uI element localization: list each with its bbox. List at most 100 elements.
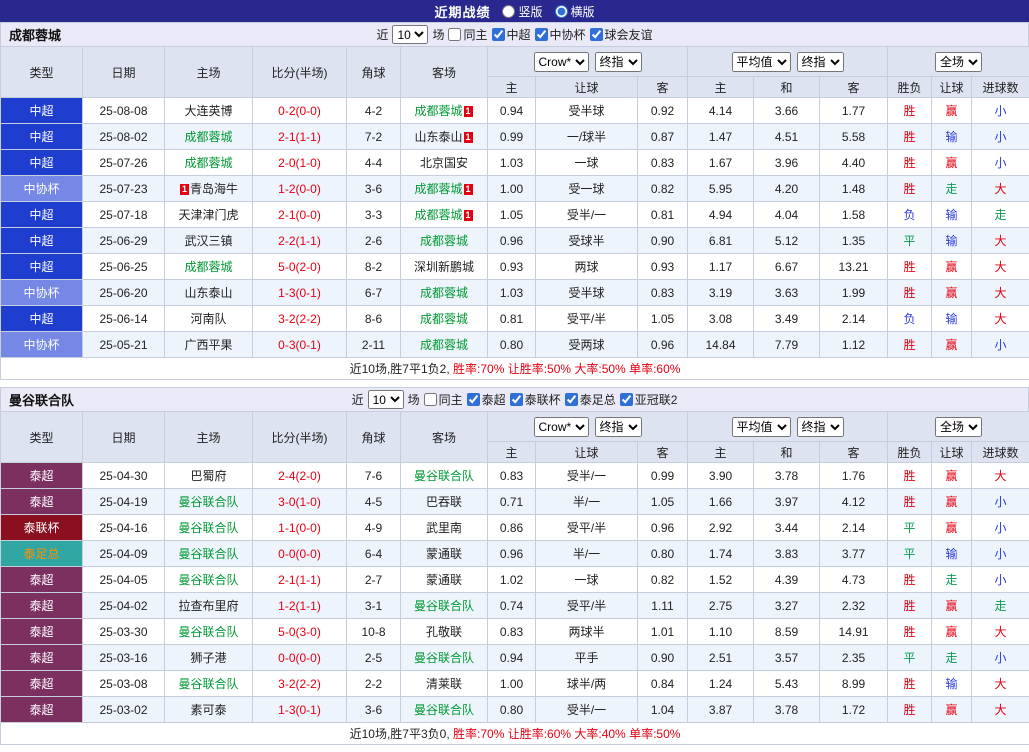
- date-cell: 25-07-18: [83, 202, 165, 228]
- goals-cell: 小: [972, 489, 1029, 515]
- away-odds-cell: 1.05: [638, 306, 688, 332]
- home-team-cell: 广西平果: [165, 332, 253, 358]
- avg-away-cell: 4.73: [820, 567, 888, 593]
- date-cell: 25-04-09: [83, 541, 165, 567]
- filter-checkbox-亚冠联2[interactable]: [620, 393, 633, 406]
- col-handicap-result: 让球: [932, 77, 972, 98]
- home-team-name: 成都蓉城: [184, 156, 232, 170]
- score-cell: 2-1(1-1): [253, 124, 347, 150]
- home-team-cell: 曼谷联合队: [165, 515, 253, 541]
- handicap-cell: 一球: [536, 567, 638, 593]
- handicap-cell: 一/球半: [536, 124, 638, 150]
- corners-cell: 2-6: [347, 228, 401, 254]
- avg-home-cell: 4.94: [688, 202, 754, 228]
- handicap-result-cell: 赢: [932, 150, 972, 176]
- filter-option-泰足总[interactable]: 泰足总: [565, 391, 616, 408]
- handicap-cell: 球半/两: [536, 671, 638, 697]
- avg-away-cell: 2.14: [820, 306, 888, 332]
- horizontal-layout-radio[interactable]: [555, 5, 568, 18]
- filter-checkbox-泰联杯[interactable]: [510, 393, 523, 406]
- summary-cell: 近10场,胜7平3负0, 胜率:70% 让胜率:60% 大率:40% 单率:50…: [1, 723, 1029, 745]
- avg-home-cell: 4.14: [688, 98, 754, 124]
- goals-cell: 走: [972, 202, 1029, 228]
- avg-home-cell: 1.47: [688, 124, 754, 150]
- home-team-cell: 1青岛海牛: [165, 176, 253, 202]
- corners-cell: 8-2: [347, 254, 401, 280]
- score-cell: 2-0(1-0): [253, 150, 347, 176]
- col-type: 类型: [1, 412, 83, 463]
- home-odds-cell: 0.83: [488, 463, 536, 489]
- date-cell: 25-03-08: [83, 671, 165, 697]
- away-odds-cell: 0.87: [638, 124, 688, 150]
- filter-checkbox-中协杯[interactable]: [535, 28, 548, 41]
- odds-source-select[interactable]: Crow*: [534, 52, 589, 72]
- scope-select[interactable]: 全场: [935, 417, 982, 437]
- match-row: 中超25-06-25成都蓉城5-0(2-0)8-2深圳新鹏城0.93两球0.93…: [1, 254, 1029, 280]
- filter-option-泰超[interactable]: 泰超: [467, 391, 506, 408]
- match-row: 泰超25-03-08曼谷联合队3-2(2-2)2-2清莱联1.00球半/两0.8…: [1, 671, 1029, 697]
- filter-option-同主[interactable]: 同主: [448, 26, 487, 43]
- odds-dropdown-cell: Crow* 终指: [488, 412, 688, 442]
- avg-home-cell: 1.74: [688, 541, 754, 567]
- filter-option-中协杯[interactable]: 中协杯: [535, 26, 586, 43]
- match-count-select[interactable]: 10: [368, 390, 404, 409]
- match-row: 泰超25-04-19曼谷联合队3-0(1-0)4-5巴吞联0.71半/一1.05…: [1, 489, 1029, 515]
- home-team-cell: 成都蓉城: [165, 124, 253, 150]
- odds-stage-select[interactable]: 终指: [595, 417, 642, 437]
- handicap-result-cell: 赢: [932, 280, 972, 306]
- away-team-cell: 成都蓉城1: [401, 202, 488, 228]
- red-card-badge: 1: [180, 184, 189, 195]
- team-title: 成都蓉城: [1, 25, 151, 44]
- home-odds-cell: 0.93: [488, 254, 536, 280]
- corners-cell: 6-7: [347, 280, 401, 306]
- match-count-select[interactable]: 10: [392, 25, 428, 44]
- filter-checkbox-泰超[interactable]: [467, 393, 480, 406]
- handicap-cell: 半/一: [536, 541, 638, 567]
- filter-option-中超[interactable]: 中超: [492, 26, 531, 43]
- avg-dropdown-cell: 平均值终指: [688, 412, 888, 442]
- layout-option-vertical[interactable]: 竖版: [502, 3, 542, 20]
- results-sections: 成都蓉城 近10场同主中超中协杯球会友谊 类型 日期 主场 比分(半场) 角球 …: [0, 22, 1029, 745]
- filter-checkbox-同主[interactable]: [448, 28, 461, 41]
- avg-source-select[interactable]: 平均值: [732, 52, 791, 72]
- red-card-badge: 1: [464, 106, 473, 117]
- goals-cell: 小: [972, 567, 1029, 593]
- avg-stage-select[interactable]: 终指: [797, 417, 844, 437]
- away-odds-cell: 0.96: [638, 515, 688, 541]
- vertical-layout-radio[interactable]: [502, 5, 515, 18]
- filter-checkbox-同主[interactable]: [424, 393, 437, 406]
- filter-checkbox-中超[interactable]: [492, 28, 505, 41]
- handicap-result-cell: 赢: [932, 489, 972, 515]
- away-team-cell: 清莱联: [401, 671, 488, 697]
- away-team-cell: 成都蓉城: [401, 332, 488, 358]
- avg-stage-select[interactable]: 终指: [797, 52, 844, 72]
- score-cell: 3-0(1-0): [253, 489, 347, 515]
- type-cell: 泰联杯: [1, 515, 83, 541]
- filter-option-泰联杯[interactable]: 泰联杯: [510, 391, 561, 408]
- filter-option-亚冠联2[interactable]: 亚冠联2: [620, 391, 678, 408]
- near-label: 近: [352, 391, 364, 408]
- layout-option-horizontal[interactable]: 横版: [555, 3, 595, 20]
- handicap-result-cell: 赢: [932, 697, 972, 723]
- away-team-cell: 成都蓉城1: [401, 176, 488, 202]
- corners-cell: 2-11: [347, 332, 401, 358]
- filter-option-同主[interactable]: 同主: [424, 391, 463, 408]
- filter-option-球会友谊[interactable]: 球会友谊: [590, 26, 653, 43]
- home-odds-cell: 0.96: [488, 228, 536, 254]
- goals-cell: 大: [972, 280, 1029, 306]
- odds-source-select[interactable]: Crow*: [534, 417, 589, 437]
- home-team-name: 狮子港: [190, 651, 226, 665]
- goals-cell: 大: [972, 254, 1029, 280]
- filter-checkbox-泰足总[interactable]: [565, 393, 578, 406]
- away-team-cell: 成都蓉城: [401, 306, 488, 332]
- scope-select[interactable]: 全场: [935, 52, 982, 72]
- type-cell: 中超: [1, 202, 83, 228]
- away-team-cell: 曼谷联合队: [401, 593, 488, 619]
- avg-source-select[interactable]: 平均值: [732, 417, 791, 437]
- away-team-name: 成都蓉城: [414, 104, 462, 118]
- away-team-cell: 曼谷联合队: [401, 697, 488, 723]
- odds-stage-select[interactable]: 终指: [595, 52, 642, 72]
- filter-checkbox-球会友谊[interactable]: [590, 28, 603, 41]
- avg-away-cell: 3.77: [820, 541, 888, 567]
- team-results-section: 成都蓉城 近10场同主中超中协杯球会友谊 类型 日期 主场 比分(半场) 角球 …: [0, 22, 1029, 380]
